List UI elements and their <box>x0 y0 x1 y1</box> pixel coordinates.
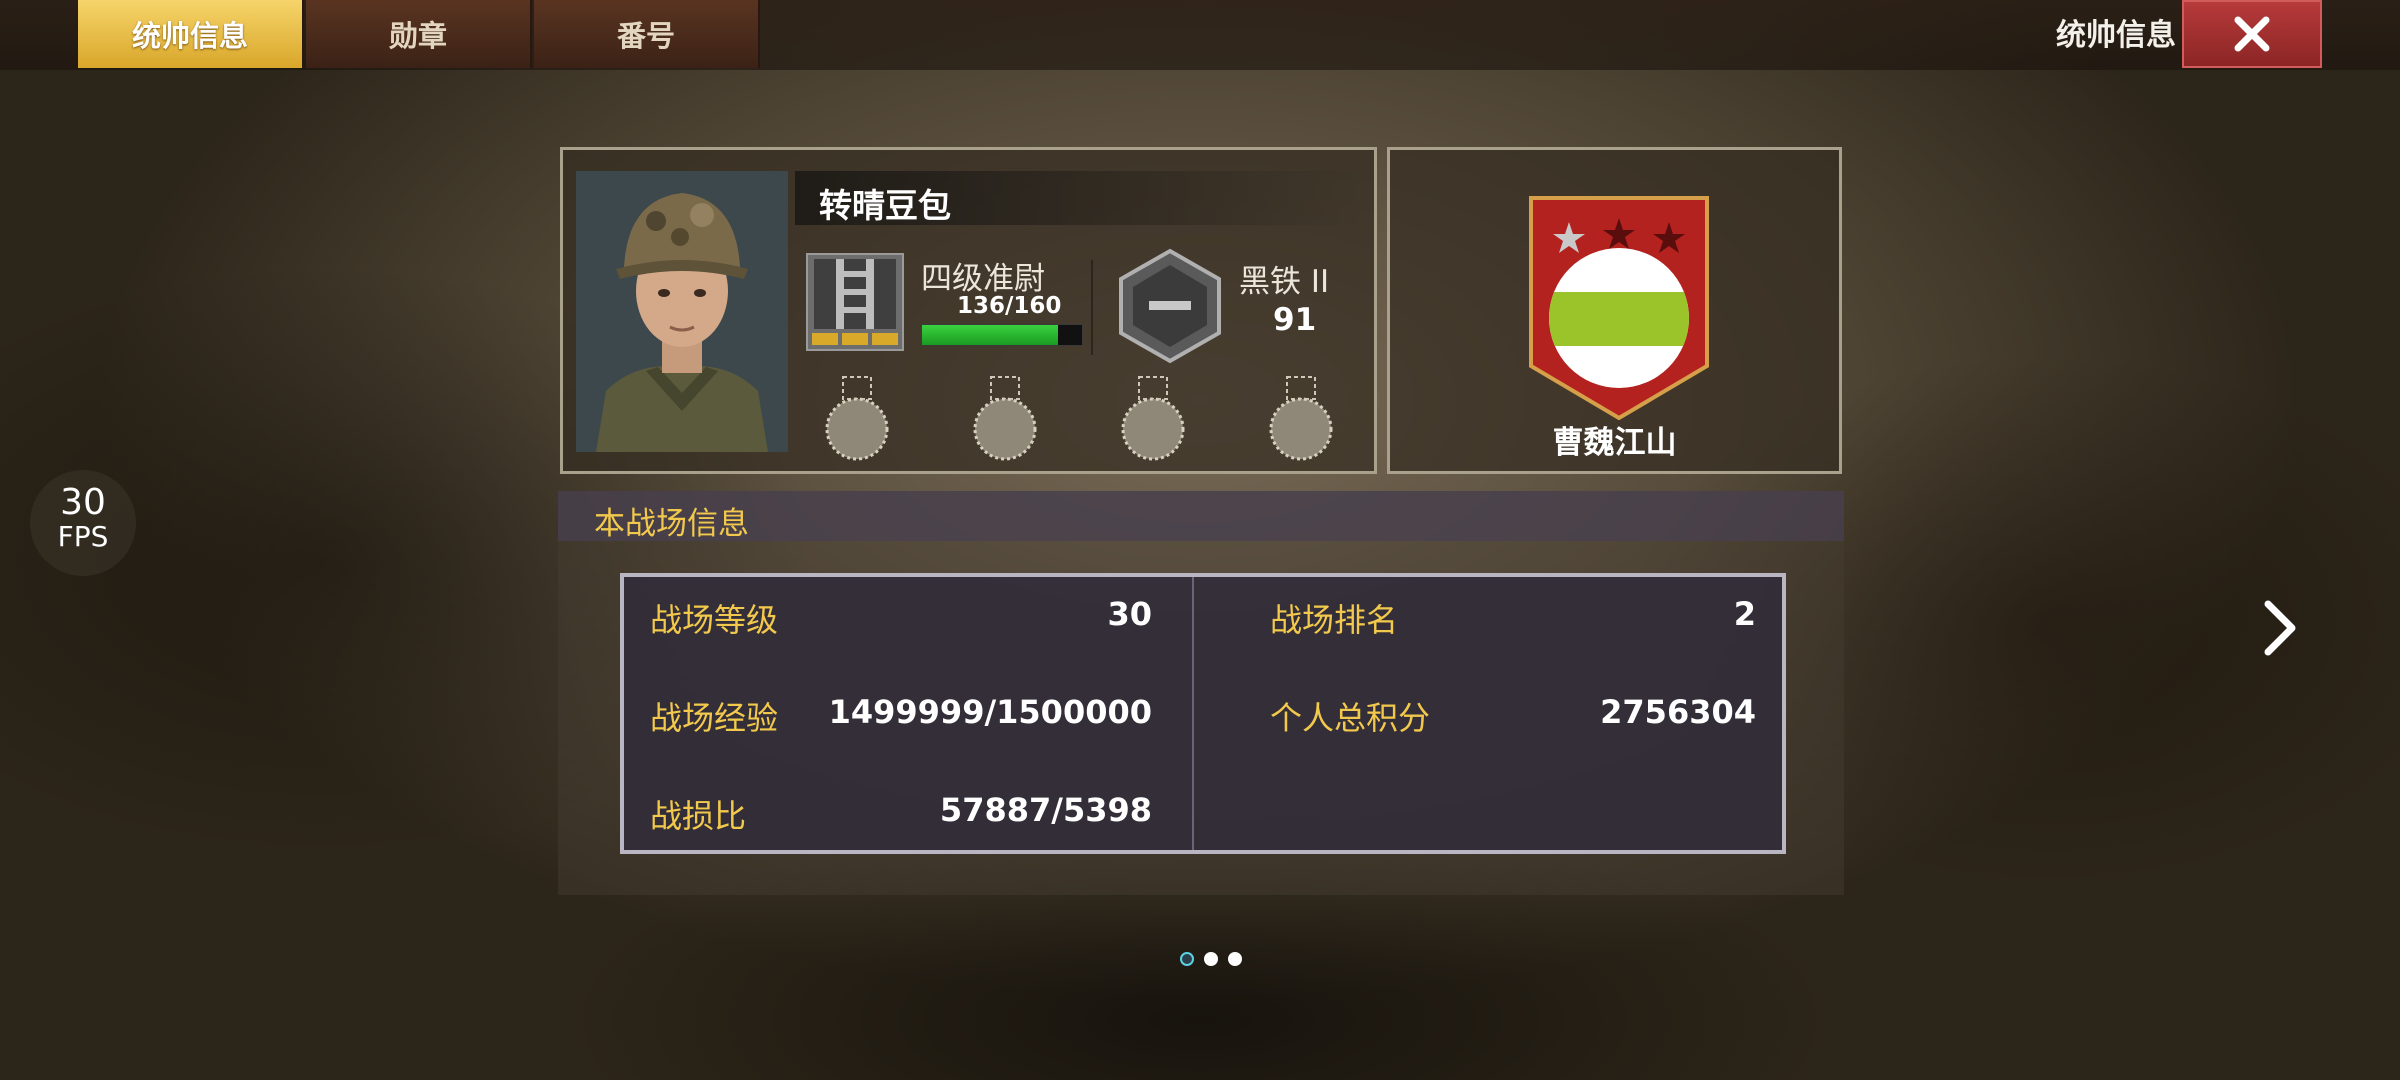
team-flag-icon[interactable] <box>1527 196 1711 420</box>
team-name: 曹魏江山 <box>1552 425 1677 461</box>
stat-value-battlefield-level: 30 <box>1107 595 1152 633</box>
stat-value-total-score: 2756304 <box>1600 693 1756 731</box>
medal-slot[interactable] <box>969 375 1041 461</box>
empty-medal-icon <box>825 376 889 461</box>
league-score: 91 <box>1273 302 1317 338</box>
commander-profile-panel: 转晴豆包 四级准尉 136/160 黑铁 II 91 <box>560 147 1377 474</box>
empty-medal-icon <box>1121 376 1185 461</box>
soldier-portrait-image <box>576 171 788 452</box>
fps-label: FPS <box>57 520 109 553</box>
close-button[interactable] <box>2182 0 2322 68</box>
tab-medals[interactable]: 勋章 <box>306 0 532 68</box>
stat-label-total-score: 个人总积分 <box>1270 699 1431 737</box>
league-badge-icon[interactable] <box>1111 247 1229 365</box>
tab-commander-info[interactable]: 统帅信息 <box>78 0 304 68</box>
chevron-right-icon <box>2264 600 2296 656</box>
fps-value: 30 <box>60 482 106 523</box>
medal-slot[interactable] <box>1117 375 1189 461</box>
commander-portrait[interactable] <box>576 171 788 452</box>
stat-value-kill-death-ratio: 57887/5398 <box>939 791 1152 829</box>
empty-medal-icon <box>973 376 1037 461</box>
fps-counter: 30 FPS <box>30 470 136 576</box>
medal-slot[interactable] <box>1265 375 1337 461</box>
rank-xp-fill <box>922 325 1058 345</box>
battlefield-stats-table: 战场等级 30 战场排名 2 战场经验 1499999/1500000 个人总积… <box>620 573 1786 854</box>
tab-label: 统帅信息 <box>131 19 248 53</box>
rank-xp-bar <box>921 324 1083 346</box>
close-icon <box>2234 16 2270 52</box>
divider <box>1091 260 1093 355</box>
team-panel: 曹魏江山 <box>1387 147 1842 474</box>
page-title: 统帅信息 <box>2056 18 2176 53</box>
section-title: 本战场信息 <box>594 506 749 542</box>
medal-slot[interactable] <box>821 375 893 461</box>
stat-label-battlefield-rank: 战场排名 <box>1270 601 1399 639</box>
rank-xp-text: 136/160 <box>957 293 1062 319</box>
page-dot[interactable] <box>1228 952 1242 966</box>
next-page-arrow[interactable] <box>2260 598 2310 662</box>
top-bar: 统帅信息 勋章 番号 统帅信息 <box>0 0 2400 70</box>
commander-name-bar: 转晴豆包 <box>795 171 1365 225</box>
tab-unit-designation[interactable]: 番号 <box>534 0 760 68</box>
stat-value-battlefield-rank: 2 <box>1733 595 1756 633</box>
tab-label: 勋章 <box>388 19 447 53</box>
stat-value-battlefield-xp: 1499999/1500000 <box>828 693 1152 731</box>
stats-divider <box>1192 577 1194 850</box>
rank-insignia-icon[interactable] <box>806 253 904 351</box>
stat-label-battlefield-level: 战场等级 <box>650 601 779 639</box>
page-dot[interactable] <box>1204 952 1218 966</box>
rank-name: 四级准尉 <box>921 261 1045 297</box>
section-header: 本战场信息 <box>558 491 1844 542</box>
stat-label-battlefield-xp: 战场经验 <box>650 699 779 737</box>
stat-label-kill-death-ratio: 战损比 <box>650 797 747 835</box>
empty-medal-icon <box>1269 376 1333 461</box>
commander-name: 转晴豆包 <box>819 186 951 225</box>
league-name: 黑铁 II <box>1239 264 1330 300</box>
tab-label: 番号 <box>616 19 675 53</box>
page-dot[interactable] <box>1180 952 1194 966</box>
